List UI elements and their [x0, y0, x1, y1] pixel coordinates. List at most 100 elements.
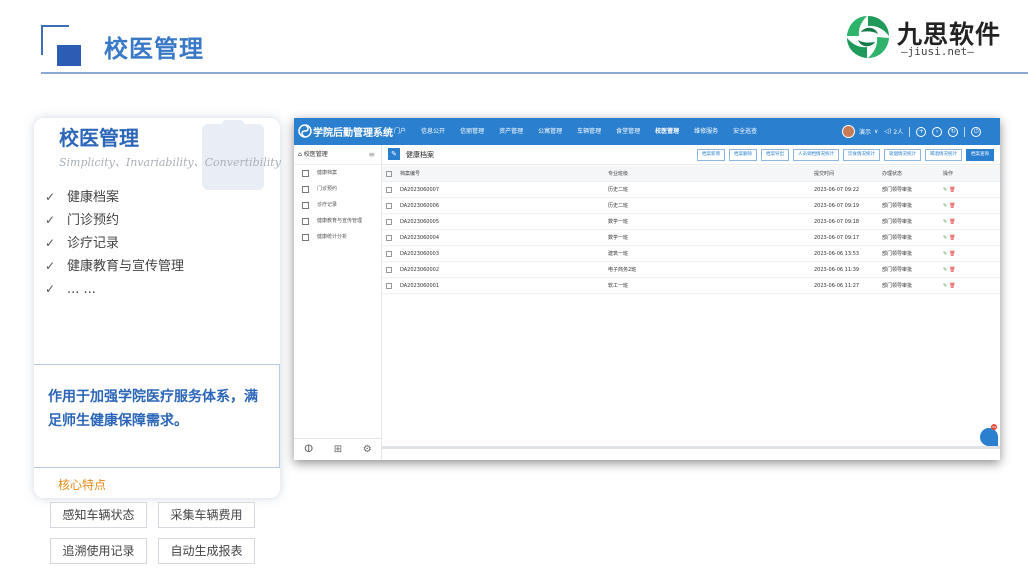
sidebar-item-appointments[interactable]: 门诊预约 — [294, 181, 381, 197]
table-row[interactable]: DA2023060005 数学一班 2023-06-07 09:18 部门领导审… — [382, 214, 1000, 230]
horizontal-scrollbar[interactable] — [382, 446, 1000, 449]
list-item: ✓ 诊疗记录 — [45, 232, 184, 255]
select-all-checkbox[interactable] — [386, 171, 392, 177]
sidebar-item-health-records[interactable]: 健康档案 — [294, 165, 381, 181]
trash-icon[interactable]: 🗑 — [949, 267, 955, 273]
nav-repair[interactable]: 维修服务 — [694, 118, 718, 145]
row-checkbox[interactable] — [386, 219, 392, 225]
assistant-fab-icon[interactable] — [980, 428, 998, 446]
nav-dorm[interactable]: 公寓管理 — [538, 118, 562, 145]
edit-icon[interactable]: ✎ — [943, 251, 947, 257]
row-checkbox[interactable] — [386, 235, 392, 241]
user-icon[interactable]: ⵀ — [304, 444, 313, 455]
list-item: ✓ 健康教育与宣传管理 — [45, 255, 184, 278]
feature-button-usage-records[interactable]: 追溯使用记录 — [50, 538, 147, 564]
brand-url: —jiusi.net— — [901, 45, 974, 58]
list-item: ✓... ... — [45, 278, 184, 301]
user-name[interactable]: 演示 — [859, 127, 871, 136]
header-divider — [41, 72, 1028, 74]
row-checkbox[interactable] — [386, 203, 392, 209]
sidebar-item-education[interactable]: 健康教育与宣传管理 — [294, 213, 381, 229]
trash-icon[interactable]: 🗑 — [949, 251, 955, 257]
arrow-circle-icon[interactable]: › — [932, 126, 943, 137]
topbar-user-area: 演示 ∨ ◁) 2人 + › ↻ ⏻ — [842, 118, 982, 145]
check-icon: ✓ — [45, 259, 56, 273]
row-checkbox[interactable] — [386, 283, 392, 289]
power-icon[interactable]: ⏻ — [971, 126, 982, 137]
grid-icon[interactable]: ⊞ — [334, 444, 342, 455]
gear-icon[interactable]: ⚙ — [363, 444, 372, 455]
trash-icon[interactable]: 🗑 — [949, 283, 955, 289]
online-count: 2人 — [893, 129, 904, 136]
drinking-stats-button[interactable]: 喝酒情况统计 — [925, 149, 962, 161]
row-checkbox[interactable] — [386, 187, 392, 193]
trash-icon[interactable]: 🗑 — [949, 203, 955, 209]
doc-icon — [302, 185, 309, 193]
check-icon: ✓ — [45, 236, 56, 250]
speaker-icon[interactable]: ◁) — [884, 128, 891, 135]
slide-title: 校医管理 — [104, 35, 204, 63]
export-record-button[interactable]: 档案导出 — [761, 149, 789, 161]
sidebar-item-statistics[interactable]: 健康统计分析 — [294, 229, 381, 245]
trash-icon[interactable]: 🗑 — [949, 235, 955, 241]
app-topbar: 学院后勤管理系统 | 门户 信息公开 信丽管理 资产管理 公寓管理 车辆管理 食… — [294, 118, 1000, 145]
edit-icon[interactable]: ✎ — [943, 235, 947, 241]
core-features-label: 核心特点 — [58, 478, 107, 492]
edit-icon[interactable]: ✎ — [943, 187, 947, 193]
records-table: 档案编号 专业班级 提交时间 办理状态 操作 DA2023060007 历史二班… — [382, 166, 1000, 294]
doc-icon — [302, 217, 309, 225]
transfer-stats-button[interactable]: 人员调档情况统计 — [793, 149, 839, 161]
feature-button-vehicle-cost[interactable]: 采集车辆费用 — [158, 502, 255, 528]
row-checkbox[interactable] — [386, 267, 392, 273]
refresh-icon[interactable]: ↻ — [948, 126, 959, 137]
nav-xinli[interactable]: 信丽管理 — [460, 118, 484, 145]
nav-separator: | — [386, 128, 389, 135]
plus-circle-icon[interactable]: + — [916, 126, 927, 137]
swirl-logo-icon — [847, 16, 889, 58]
edit-icon[interactable]: ✎ — [943, 203, 947, 209]
nav-assets[interactable]: 资产管理 — [499, 118, 523, 145]
feature-list: ✓ 健康档案 ✓ 门诊预约 ✓ 诊疗记录 ✓ 健康教育与宣传管理 ✓... ... — [45, 186, 184, 301]
table-row[interactable]: DA2023060002 电子商务2班 2023-06-06 11:39 部门领… — [382, 262, 1000, 278]
table-row[interactable]: DA2023060006 历史二班 2023-06-07 09:19 部门领导审… — [382, 198, 1000, 214]
nav-clinic[interactable]: 校医管理 — [655, 118, 679, 145]
notification-badge: 59 — [991, 424, 997, 430]
list-item: ✓ 健康档案 — [45, 186, 184, 209]
module-card: 校医管理 Simplicity、Invariability、Convertibi… — [34, 118, 281, 498]
doc-icon — [302, 201, 309, 209]
query-record-button[interactable]: 档案查询 — [966, 149, 994, 161]
table-row[interactable]: DA2023060001 软工一班 2023-06-06 11:27 部门领导审… — [382, 278, 1000, 294]
chevron-down-icon[interactable]: ∨ — [874, 128, 878, 135]
card-note-box: 作用于加强学院医疗服务体系，满足师生健康保障需求。 — [34, 364, 280, 468]
feature-button-auto-report[interactable]: 自动生成报表 — [158, 538, 255, 564]
add-record-button[interactable]: 档案新增 — [697, 149, 725, 161]
app-logo-icon — [298, 124, 312, 138]
edit-icon[interactable]: ✎ — [943, 219, 947, 225]
diet-stats-button[interactable]: 饮食情况统计 — [843, 149, 880, 161]
nav-portal[interactable]: 门户 — [394, 118, 406, 145]
nav-patrol[interactable]: 安全巡查 — [733, 118, 757, 145]
nav-vehicle[interactable]: 车辆管理 — [577, 118, 601, 145]
nav-info[interactable]: 信息公开 — [421, 118, 445, 145]
sidebar-header: ⌂ 校医管理 ≡ — [294, 145, 381, 165]
table-header: 档案编号 专业班级 提交时间 办理状态 操作 — [382, 166, 1000, 182]
avatar[interactable] — [842, 125, 855, 138]
nav-canteen[interactable]: 食堂管理 — [616, 118, 640, 145]
table-row[interactable]: DA2023060004 数学一班 2023-06-07 09:17 部门领导审… — [382, 230, 1000, 246]
row-checkbox[interactable] — [386, 251, 392, 257]
trash-icon[interactable]: 🗑 — [949, 219, 955, 225]
sidebar: ⌂ 校医管理 ≡ 健康档案 门诊预约 诊疗记录 健康教育与宣传管理 健康统计分析… — [294, 145, 382, 460]
edit-icon[interactable]: ✎ — [943, 267, 947, 273]
feature-button-vehicle-status[interactable]: 感知车辆状态 — [50, 502, 147, 528]
delete-record-button[interactable]: 档案删除 — [729, 149, 757, 161]
smoking-stats-button[interactable]: 吸烟情况统计 — [884, 149, 921, 161]
menu-icon[interactable]: ≡ — [368, 145, 375, 165]
trash-icon[interactable]: 🗑 — [949, 187, 955, 193]
table-row[interactable]: DA2023060007 历史二班 2023-06-07 09:22 部门领导审… — [382, 182, 1000, 198]
doc-icon — [302, 233, 309, 241]
check-icon: ✓ — [45, 213, 56, 227]
sidebar-item-treatment[interactable]: 诊疗记录 — [294, 197, 381, 213]
sidebar-footer: ⵀ ⊞ ⚙ — [294, 438, 382, 460]
table-row[interactable]: DA2023060003 建筑一班 2023-06-06 13:53 部门领导审… — [382, 246, 1000, 262]
edit-icon[interactable]: ✎ — [943, 283, 947, 289]
